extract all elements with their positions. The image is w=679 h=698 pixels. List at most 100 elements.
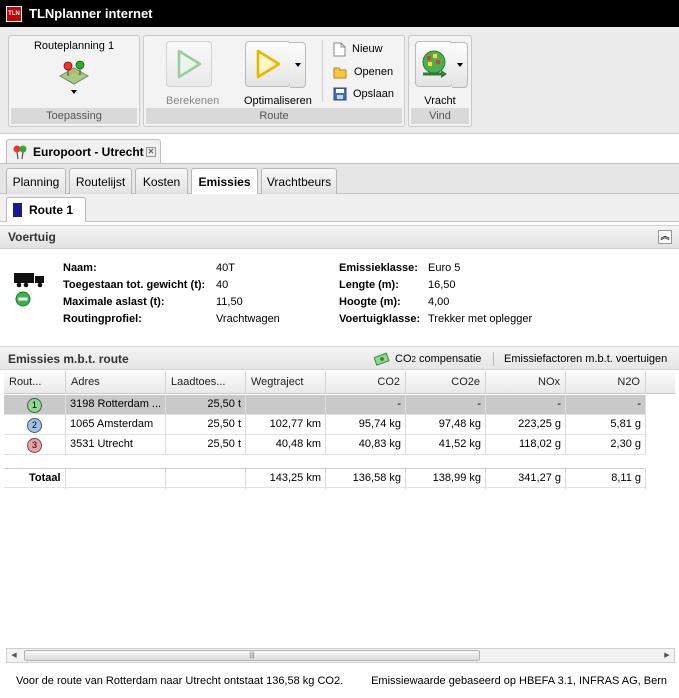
tab-planning[interactable]: Planning — [6, 168, 66, 194]
footer-summary: Voor de route van Rotterdam naar Utrecht… — [16, 675, 344, 687]
co2-cell: 95,74 kg — [326, 415, 406, 435]
opslaan-label: Opslaan — [353, 88, 394, 100]
emissions-section-header: Emissies m.b.t. route CO 2 compensatie Em… — [0, 346, 679, 370]
table-row[interactable]: 1 3198 Rotterdam ... 25,50 t - - - - — [4, 395, 646, 415]
vracht-dropdown-arrow[interactable] — [452, 42, 468, 88]
column-header-co2e[interactable]: CO2e — [406, 371, 486, 394]
adres-cell: 3531 Utrecht — [66, 435, 166, 455]
vracht-button[interactable]: Vracht — [415, 41, 468, 107]
berekenen-button[interactable]: Berekenen — [166, 41, 220, 107]
column-header-adres[interactable]: Adres — [66, 371, 166, 394]
vehicle-name-value: 40T — [216, 262, 235, 274]
stop-number-badge: 3 — [27, 437, 42, 453]
opslaan-button[interactable]: Opslaan — [333, 85, 394, 103]
vehicle-axle-value: 11,50 — [216, 296, 243, 308]
no-entry-icon — [15, 291, 31, 307]
tab-routelijst[interactable]: Routelijst — [69, 168, 132, 194]
ribbon: Routeplanning 1 Toepassing Berekenen Opt… — [0, 27, 679, 134]
co2-compensatie-button[interactable]: CO 2 compensatie — [374, 350, 481, 368]
column-header-n2o[interactable]: N2O — [566, 371, 646, 394]
vehicle-section-header: Voertuig ︽ — [0, 225, 679, 249]
co2e-cell: 97,48 kg — [406, 415, 486, 435]
money-icon — [374, 352, 390, 366]
app-title: TLNplanner internet — [29, 6, 153, 21]
horizontal-scrollbar[interactable]: ◀ ||| ▶ — [6, 648, 675, 663]
vehicle-class-key: Voertuigklasse: — [339, 313, 421, 325]
optimaliseren-button[interactable]: Optimaliseren — [244, 41, 312, 107]
column-header-nox[interactable]: NOx — [486, 371, 566, 394]
vehicle-weight-value: 40 — [216, 279, 229, 291]
stop-number-badge: 1 — [27, 397, 42, 413]
vehicle-length-value: 16,50 — [428, 279, 456, 291]
collapse-icon[interactable]: ︽ — [658, 230, 672, 244]
group-label-toepassing: Toepassing — [11, 108, 137, 124]
vehicle-info: Naam: 40T Toegestaan tot. gewicht (t): 4… — [0, 250, 679, 346]
nox-cell: 223,25 g — [486, 415, 566, 435]
ribbon-group-route: Berekenen Optimaliseren Nieuw Openen Ops… — [143, 35, 405, 127]
tab-kosten[interactable]: Kosten — [135, 168, 188, 194]
column-header-co2[interactable]: CO2 — [326, 371, 406, 394]
co2e-cell: 41,52 kg — [406, 435, 486, 455]
openen-button[interactable]: Openen — [333, 63, 393, 81]
document-tab-label: Europoort - Utrecht — [33, 144, 144, 159]
scroll-right-icon[interactable]: ▶ — [661, 650, 673, 661]
co2-compensatie-prefix: CO — [395, 353, 412, 365]
table-row[interactable]: 3 3531 Utrecht 25,50 t 40,48 km 40,83 kg… — [4, 435, 646, 455]
route-tabs: Route 1 — [0, 194, 679, 222]
emissiefactoren-button[interactable]: Emissiefactoren m.b.t. voertuigen — [504, 350, 667, 368]
divider — [322, 40, 323, 102]
vehicle-height-value: 4,00 — [428, 296, 450, 308]
routeplanning-label: Routeplanning 1 — [33, 40, 115, 52]
emissiefactoren-label: Emissiefactoren m.b.t. voertuigen — [504, 353, 668, 365]
vehicle-class-value: Trekker met oplegger — [428, 313, 533, 325]
table-total-row: Totaal 143,25 km 136,58 kg 138,99 kg 341… — [4, 468, 646, 489]
co2-cell: 40,83 kg — [326, 435, 406, 455]
close-icon[interactable]: ✕ — [146, 146, 156, 157]
adres-cell: 3198 Rotterdam ... — [66, 395, 166, 415]
laad-cell: 25,50 t — [166, 395, 246, 415]
ribbon-group-vind: Vracht Vind — [408, 35, 472, 127]
vehicle-section-title: Voertuig — [8, 230, 56, 244]
folder-open-icon — [333, 67, 347, 78]
table-row[interactable]: 2 1065 Amsterdam 25,50 t 102,77 km 95,74… — [4, 415, 646, 435]
tab-vrachtbeurs[interactable]: Vrachtbeurs — [261, 168, 337, 194]
title-bar: TLN TLNplanner internet — [0, 0, 679, 27]
vehicle-weight-key: Toegestaan tot. gewicht (t): — [63, 279, 206, 291]
routeplanning-button[interactable]: Routeplanning 1 — [9, 40, 139, 94]
route-stop-cell: 3 — [4, 435, 66, 455]
column-header-laadtoestand[interactable]: Laadtoes... — [166, 371, 246, 394]
emissions-section-title: Emissies m.b.t. route — [8, 352, 129, 366]
vehicle-height-key: Hoogte (m): — [339, 296, 401, 308]
ribbon-group-toepassing: Routeplanning 1 Toepassing — [8, 35, 140, 127]
co2e-cell: - — [406, 395, 486, 415]
nox-cell: - — [486, 395, 566, 415]
total-n2o-cell: 8,11 g — [566, 469, 646, 489]
column-header-route[interactable]: Rout... — [4, 371, 66, 394]
footer: Voor de route van Rotterdam naar Utrecht… — [0, 663, 679, 698]
scroll-left-icon[interactable]: ◀ — [8, 650, 20, 661]
openen-label: Openen — [354, 66, 394, 78]
play-icon — [166, 41, 212, 87]
document-tab[interactable]: Europoort - Utrecht ✕ — [6, 139, 161, 163]
route-tab-label: Route 1 — [29, 203, 74, 217]
vehicle-profile-value: Vrachtwagen — [216, 313, 280, 325]
save-disk-icon — [333, 87, 347, 101]
vehicle-emission-class-key: Emissieklasse: — [339, 262, 418, 274]
tab-emissies[interactable]: Emissies — [191, 168, 258, 195]
route-stop-cell: 1 — [4, 395, 66, 415]
optimize-play-icon — [245, 41, 306, 88]
berekenen-label: Berekenen — [166, 95, 220, 107]
vehicle-profile-key: Routingprofiel: — [63, 313, 142, 325]
column-header-wegtraject[interactable]: Wegtraject — [246, 371, 326, 394]
group-label-vind: Vind — [411, 108, 469, 124]
nieuw-button[interactable]: Nieuw — [333, 40, 383, 58]
scrollbar-thumb[interactable]: ||| — [24, 650, 480, 661]
total-label: Totaal — [4, 469, 66, 489]
tab-route-1[interactable]: Route 1 — [6, 197, 86, 222]
optimaliseren-dropdown-arrow[interactable] — [290, 42, 306, 88]
total-nox-cell: 341,27 g — [486, 469, 566, 489]
nox-cell: 118,02 g — [486, 435, 566, 455]
group-label-route: Route — [146, 108, 402, 124]
map-pin-icon — [54, 56, 94, 88]
co2-cell: - — [326, 395, 406, 415]
